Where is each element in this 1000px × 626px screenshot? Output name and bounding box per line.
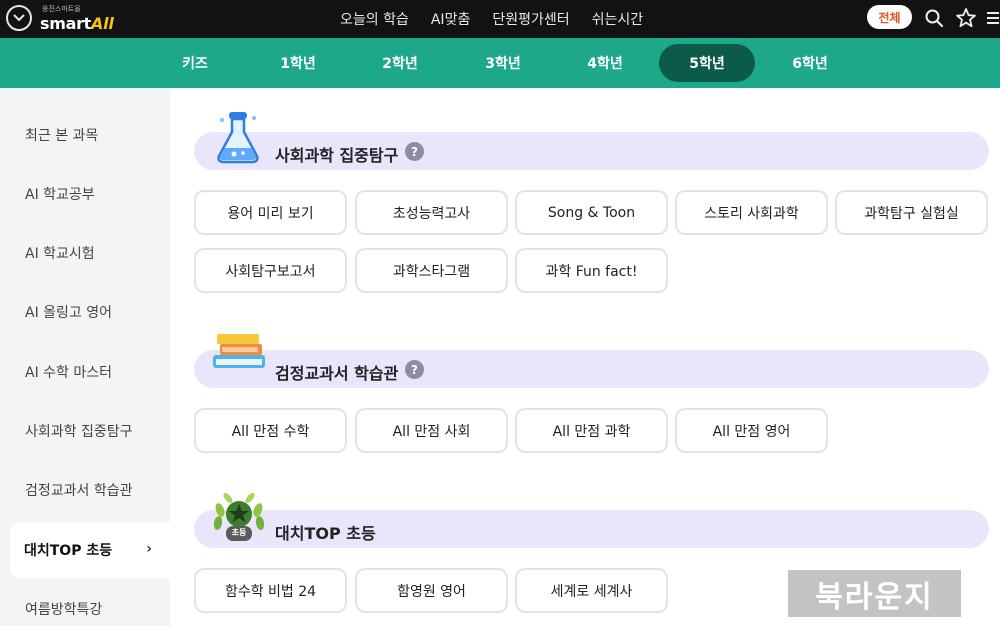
chip-song-toon[interactable]: Song & Toon <box>515 190 668 235</box>
help-icon[interactable]: ? <box>405 360 424 379</box>
sidebar-item-ai-english[interactable]: AI 올링고 영어 <box>0 284 170 340</box>
chip-initial-test[interactable]: 초성능력고사 <box>355 190 508 235</box>
top-nav-ai[interactable]: AI맞춤 <box>431 9 470 29</box>
books-icon <box>211 332 267 384</box>
logo-subtitle: 웅진스마트올 <box>42 5 81 13</box>
chip-english[interactable]: 함영원 영어 <box>355 568 508 613</box>
sidebar-item-label: AI 수학 마스터 <box>25 365 113 381</box>
sidebar-item-textbook[interactable]: 검정교과서 학습관 <box>0 462 170 518</box>
tab-grade-4[interactable]: 4학년 <box>557 44 653 82</box>
sidebar-item-ai-math[interactable]: AI 수학 마스터 <box>0 344 170 400</box>
sidebar-item-label: AI 학교시험 <box>25 246 95 262</box>
search-icon[interactable] <box>922 6 946 30</box>
sidebar-item-label: 여름방학특강 <box>25 602 103 618</box>
sidebar-item-ai-school-study[interactable]: AI 학교공부 <box>0 166 170 222</box>
sidebar-item-social-science[interactable]: 사회과학 집중탐구 <box>0 403 170 459</box>
tab-grade-2[interactable]: 2학년 <box>352 44 448 82</box>
top-nav-break[interactable]: 쉬는시간 <box>592 9 644 29</box>
sidebar-item-label: 대치TOP 초등 <box>24 543 113 559</box>
flask-icon <box>212 110 264 170</box>
top-nav-today[interactable]: 오늘의 학습 <box>340 9 409 29</box>
section-title-daechi-top: 대치TOP 초등 <box>275 524 376 543</box>
sidebar-item-ai-school-exam[interactable]: AI 학교시험 <box>0 225 170 281</box>
chip-world-history[interactable]: 세계로 세계사 <box>515 568 668 613</box>
section-title-social-science: 사회과학 집중탐구 <box>275 146 399 165</box>
grade-bar: 키즈 1학년 2학년 3학년 4학년 5학년 6학년 <box>0 38 1000 88</box>
chip-math-secret[interactable]: 함수학 비법 24 <box>194 568 347 613</box>
top-bar: 웅진스마트올 smartAll 오늘의 학습 AI맞춤 단원평가센터 쉬는시간 … <box>0 0 1000 38</box>
tab-grade-1[interactable]: 1학년 <box>250 44 346 82</box>
sidebar: 최근 본 과목 AI 학교공부 AI 학교시험 AI 올링고 영어 AI 수학 … <box>0 88 170 626</box>
top-nav-unit-test[interactable]: 단원평가센터 <box>492 9 569 29</box>
tab-kids[interactable]: 키즈 <box>147 44 243 82</box>
sidebar-item-label: AI 학교공부 <box>25 187 95 203</box>
chip-social-report[interactable]: 사회탐구보고서 <box>194 248 347 293</box>
chip-all-science[interactable]: All 만점 과학 <box>515 408 668 453</box>
sidebar-item-label: 검정교과서 학습관 <box>25 483 133 499</box>
sidebar-item-label: AI 올링고 영어 <box>25 305 113 321</box>
tab-grade-6[interactable]: 6학년 <box>762 44 858 82</box>
sidebar-item-daechi-top[interactable]: 대치TOP 초등 › <box>10 522 170 578</box>
help-icon[interactable]: ? <box>405 142 424 161</box>
sidebar-item-summer[interactable]: 여름방학특강 <box>0 581 170 626</box>
tab-grade-3[interactable]: 3학년 <box>455 44 551 82</box>
sidebar-item-label: 최근 본 과목 <box>25 128 99 144</box>
chip-science-lab[interactable]: 과학탐구 실험실 <box>835 190 988 235</box>
chip-sciencestagram[interactable]: 과학스타그램 <box>355 248 508 293</box>
section-title-textbook: 검정교과서 학습관 <box>275 364 399 383</box>
chip-science-fun-fact[interactable]: 과학 Fun fact! <box>515 248 668 293</box>
logo-text: smartAll <box>40 14 114 33</box>
laurel-badge-icon: 초등 <box>212 490 266 550</box>
watermark: 북라운지 <box>788 570 961 617</box>
tab-grade-5[interactable]: 5학년 <box>659 44 755 82</box>
hamburger-icon[interactable] <box>985 6 1000 30</box>
badge-label: 초등 <box>231 528 247 537</box>
sidebar-item-label: 사회과학 집중탐구 <box>25 424 133 440</box>
top-nav: 오늘의 학습 AI맞춤 단원평가센터 쉬는시간 <box>340 0 665 38</box>
sidebar-item-recent[interactable]: 최근 본 과목 <box>0 107 170 163</box>
chip-all-math[interactable]: All 만점 수학 <box>194 408 347 453</box>
chip-all-english[interactable]: All 만점 영어 <box>675 408 828 453</box>
chip-term-preview[interactable]: 용어 미리 보기 <box>194 190 347 235</box>
menu-dropdown-icon[interactable] <box>6 5 32 31</box>
star-icon[interactable] <box>954 6 978 30</box>
chip-story-science[interactable]: 스토리 사회과학 <box>675 190 828 235</box>
chip-all-social[interactable]: All 만점 사회 <box>355 408 508 453</box>
chevron-right-icon: › <box>146 541 152 557</box>
all-button[interactable]: 전체 <box>867 5 912 29</box>
